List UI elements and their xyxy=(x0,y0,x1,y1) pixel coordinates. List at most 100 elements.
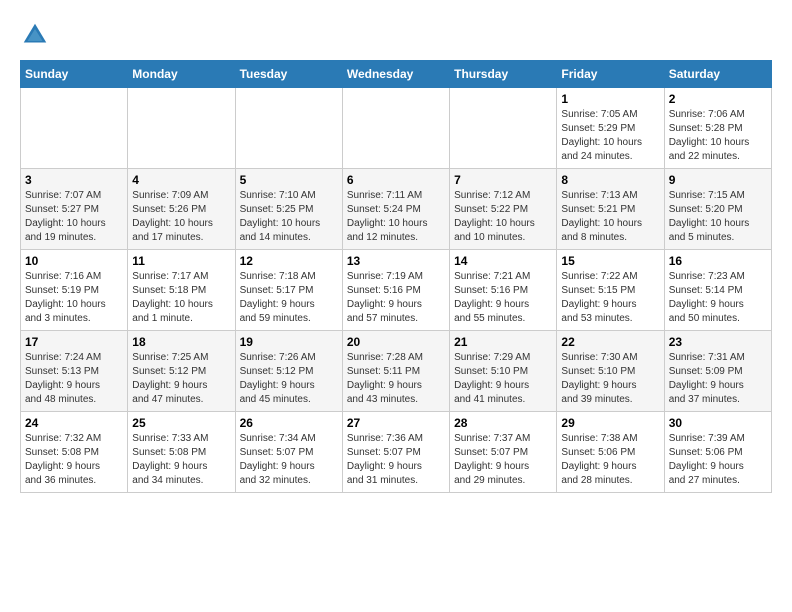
calendar-cell: 1 Sunrise: 7:05 AM Sunset: 5:29 PM Daylig… xyxy=(557,88,664,169)
logo xyxy=(20,20,52,50)
day-number: 26 xyxy=(240,416,338,430)
day-info: Sunrise: 7:32 AM Sunset: 5:08 PM Dayligh… xyxy=(25,432,123,488)
day-of-week-header: Thursday xyxy=(450,61,557,88)
calendar-cell: 6 Sunrise: 7:11 AM Sunset: 5:24 PM Daylig… xyxy=(342,169,449,250)
calendar-cell xyxy=(128,88,235,169)
day-number: 20 xyxy=(347,335,445,349)
day-info: Sunrise: 7:24 AM Sunset: 5:13 PM Dayligh… xyxy=(25,351,123,407)
day-number: 5 xyxy=(240,173,338,187)
calendar-cell: 24 Sunrise: 7:32 AM Sunset: 5:08 PM Dayli… xyxy=(21,412,128,493)
day-of-week-header: Sunday xyxy=(21,61,128,88)
day-info: Sunrise: 7:37 AM Sunset: 5:07 PM Dayligh… xyxy=(454,432,552,488)
day-info: Sunrise: 7:26 AM Sunset: 5:12 PM Dayligh… xyxy=(240,351,338,407)
day-number: 7 xyxy=(454,173,552,187)
day-info: Sunrise: 7:30 AM Sunset: 5:10 PM Dayligh… xyxy=(561,351,659,407)
calendar-cell: 21 Sunrise: 7:29 AM Sunset: 5:10 PM Dayli… xyxy=(450,331,557,412)
day-number: 8 xyxy=(561,173,659,187)
day-number: 25 xyxy=(132,416,230,430)
day-number: 28 xyxy=(454,416,552,430)
calendar-cell: 18Sunrise: 7:25 AM Sunset: 5:12 PM Dayli… xyxy=(128,331,235,412)
day-number: 24 xyxy=(25,416,123,430)
calendar-week-row: 17 Sunrise: 7:24 AM Sunset: 5:13 PM Dayli… xyxy=(21,331,772,412)
day-number: 12 xyxy=(240,254,338,268)
day-info: Sunrise: 7:19 AM Sunset: 5:16 PM Dayligh… xyxy=(347,270,445,326)
day-info: Sunrise: 7:10 AM Sunset: 5:25 PM Dayligh… xyxy=(240,189,338,245)
calendar-cell: 11 Sunrise: 7:17 AM Sunset: 5:18 PM Dayli… xyxy=(128,250,235,331)
calendar-cell: 17 Sunrise: 7:24 AM Sunset: 5:13 PM Dayli… xyxy=(21,331,128,412)
day-of-week-header: Monday xyxy=(128,61,235,88)
calendar-cell: 2 Sunrise: 7:06 AM Sunset: 5:28 PM Daylig… xyxy=(664,88,771,169)
day-info: Sunrise: 7:25 AM Sunset: 5:12 PM Dayligh… xyxy=(132,351,230,407)
day-info: Sunrise: 7:39 AM Sunset: 5:06 PM Dayligh… xyxy=(669,432,767,488)
calendar-week-row: 24 Sunrise: 7:32 AM Sunset: 5:08 PM Dayli… xyxy=(21,412,772,493)
day-number: 9 xyxy=(669,173,767,187)
day-info: Sunrise: 7:28 AM Sunset: 5:11 PM Dayligh… xyxy=(347,351,445,407)
calendar-cell: 22Sunrise: 7:30 AM Sunset: 5:10 PM Dayli… xyxy=(557,331,664,412)
day-info: Sunrise: 7:18 AM Sunset: 5:17 PM Dayligh… xyxy=(240,270,338,326)
day-number: 2 xyxy=(669,92,767,106)
calendar-week-row: 3 Sunrise: 7:07 AM Sunset: 5:27 PM Daylig… xyxy=(21,169,772,250)
day-info: Sunrise: 7:22 AM Sunset: 5:15 PM Dayligh… xyxy=(561,270,659,326)
calendar-cell: 10 Sunrise: 7:16 AM Sunset: 5:19 PM Dayli… xyxy=(21,250,128,331)
day-number: 30 xyxy=(669,416,767,430)
day-info: Sunrise: 7:12 AM Sunset: 5:22 PM Dayligh… xyxy=(454,189,552,245)
calendar-cell: 20 Sunrise: 7:28 AM Sunset: 5:11 PM Dayli… xyxy=(342,331,449,412)
day-number: 14 xyxy=(454,254,552,268)
page-header xyxy=(20,20,772,50)
day-info: Sunrise: 7:13 AM Sunset: 5:21 PM Dayligh… xyxy=(561,189,659,245)
day-info: Sunrise: 7:34 AM Sunset: 5:07 PM Dayligh… xyxy=(240,432,338,488)
day-info: Sunrise: 7:16 AM Sunset: 5:19 PM Dayligh… xyxy=(25,270,123,326)
day-info: Sunrise: 7:07 AM Sunset: 5:27 PM Dayligh… xyxy=(25,189,123,245)
calendar-cell: 25 Sunrise: 7:33 AM Sunset: 5:08 PM Dayli… xyxy=(128,412,235,493)
calendar-cell: 26 Sunrise: 7:34 AM Sunset: 5:07 PM Dayli… xyxy=(235,412,342,493)
day-info: Sunrise: 7:17 AM Sunset: 5:18 PM Dayligh… xyxy=(132,270,230,326)
day-of-week-header: Wednesday xyxy=(342,61,449,88)
day-info: Sunrise: 7:06 AM Sunset: 5:28 PM Dayligh… xyxy=(669,108,767,164)
day-of-week-header: Tuesday xyxy=(235,61,342,88)
calendar-cell: 29 Sunrise: 7:38 AM Sunset: 5:06 PM Dayli… xyxy=(557,412,664,493)
calendar-cell xyxy=(235,88,342,169)
calendar-cell: 13Sunrise: 7:19 AM Sunset: 5:16 PM Dayli… xyxy=(342,250,449,331)
calendar-cell: 4 Sunrise: 7:09 AM Sunset: 5:26 PM Daylig… xyxy=(128,169,235,250)
day-info: Sunrise: 7:11 AM Sunset: 5:24 PM Dayligh… xyxy=(347,189,445,245)
day-info: Sunrise: 7:21 AM Sunset: 5:16 PM Dayligh… xyxy=(454,270,552,326)
calendar-cell: 27Sunrise: 7:36 AM Sunset: 5:07 PM Dayli… xyxy=(342,412,449,493)
calendar-cell: 30 Sunrise: 7:39 AM Sunset: 5:06 PM Dayli… xyxy=(664,412,771,493)
calendar-week-row: 10 Sunrise: 7:16 AM Sunset: 5:19 PM Dayli… xyxy=(21,250,772,331)
calendar-cell: 5 Sunrise: 7:10 AM Sunset: 5:25 PM Daylig… xyxy=(235,169,342,250)
calendar-cell: 8 Sunrise: 7:13 AM Sunset: 5:21 PM Daylig… xyxy=(557,169,664,250)
day-number: 11 xyxy=(132,254,230,268)
day-info: Sunrise: 7:29 AM Sunset: 5:10 PM Dayligh… xyxy=(454,351,552,407)
day-number: 3 xyxy=(25,173,123,187)
day-number: 29 xyxy=(561,416,659,430)
calendar-cell: 12 Sunrise: 7:18 AM Sunset: 5:17 PM Dayli… xyxy=(235,250,342,331)
calendar-cell: 19 Sunrise: 7:26 AM Sunset: 5:12 PM Dayli… xyxy=(235,331,342,412)
day-of-week-header: Saturday xyxy=(664,61,771,88)
day-number: 4 xyxy=(132,173,230,187)
day-info: Sunrise: 7:05 AM Sunset: 5:29 PM Dayligh… xyxy=(561,108,659,164)
day-info: Sunrise: 7:23 AM Sunset: 5:14 PM Dayligh… xyxy=(669,270,767,326)
calendar-cell: 9 Sunrise: 7:15 AM Sunset: 5:20 PM Daylig… xyxy=(664,169,771,250)
day-info: Sunrise: 7:33 AM Sunset: 5:08 PM Dayligh… xyxy=(132,432,230,488)
calendar-cell: 7 Sunrise: 7:12 AM Sunset: 5:22 PM Daylig… xyxy=(450,169,557,250)
calendar-cell: 3 Sunrise: 7:07 AM Sunset: 5:27 PM Daylig… xyxy=(21,169,128,250)
calendar-table: SundayMondayTuesdayWednesdayThursdayFrid… xyxy=(20,60,772,493)
calendar-cell: 23Sunrise: 7:31 AM Sunset: 5:09 PM Dayli… xyxy=(664,331,771,412)
day-number: 16 xyxy=(669,254,767,268)
day-number: 10 xyxy=(25,254,123,268)
day-of-week-header: Friday xyxy=(557,61,664,88)
day-info: Sunrise: 7:31 AM Sunset: 5:09 PM Dayligh… xyxy=(669,351,767,407)
calendar-header-row: SundayMondayTuesdayWednesdayThursdayFrid… xyxy=(21,61,772,88)
day-number: 1 xyxy=(561,92,659,106)
calendar-week-row: 1 Sunrise: 7:05 AM Sunset: 5:29 PM Daylig… xyxy=(21,88,772,169)
day-number: 21 xyxy=(454,335,552,349)
day-info: Sunrise: 7:09 AM Sunset: 5:26 PM Dayligh… xyxy=(132,189,230,245)
calendar-cell: 16 Sunrise: 7:23 AM Sunset: 5:14 PM Dayli… xyxy=(664,250,771,331)
day-number: 17 xyxy=(25,335,123,349)
day-info: Sunrise: 7:15 AM Sunset: 5:20 PM Dayligh… xyxy=(669,189,767,245)
day-info: Sunrise: 7:36 AM Sunset: 5:07 PM Dayligh… xyxy=(347,432,445,488)
day-number: 6 xyxy=(347,173,445,187)
day-info: Sunrise: 7:38 AM Sunset: 5:06 PM Dayligh… xyxy=(561,432,659,488)
calendar-cell: 28 Sunrise: 7:37 AM Sunset: 5:07 PM Dayli… xyxy=(450,412,557,493)
day-number: 19 xyxy=(240,335,338,349)
